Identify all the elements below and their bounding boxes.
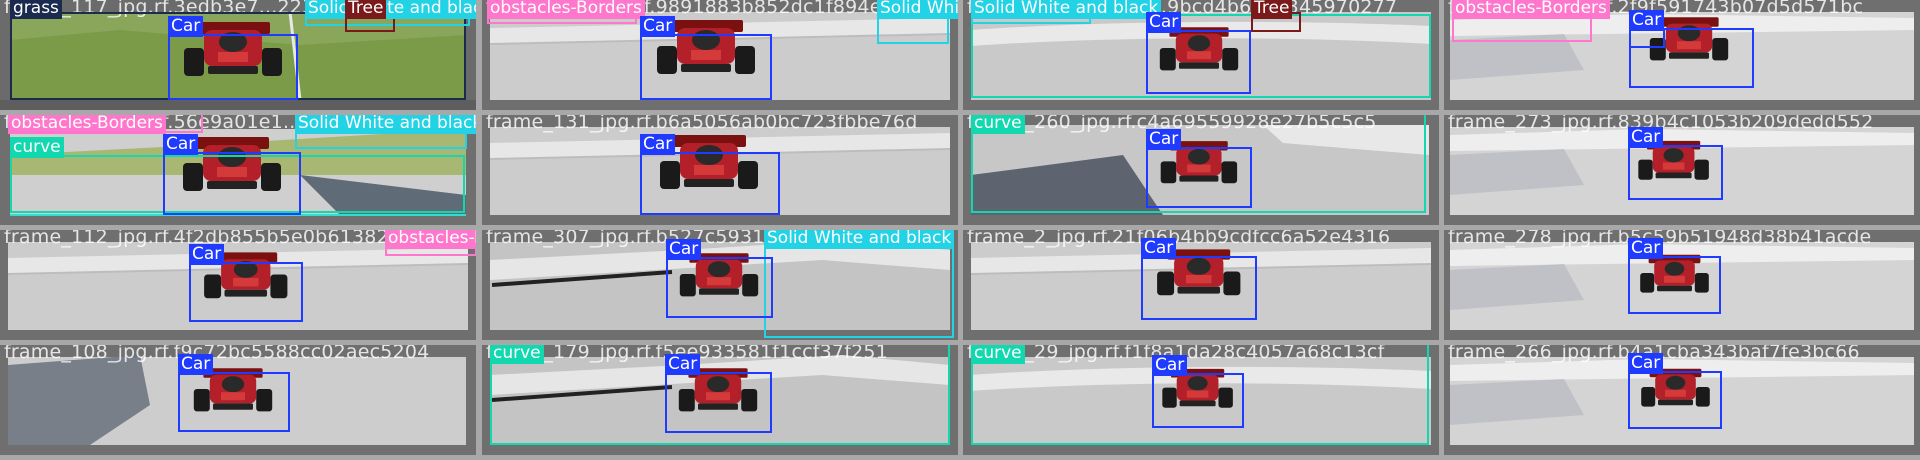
class-label: Car: [640, 16, 676, 37]
class-label: Tree: [1251, 0, 1293, 19]
class-label: Car: [666, 239, 702, 260]
bounding-box: [1152, 373, 1244, 428]
class-label: obstacles-Borders: [1452, 0, 1610, 19]
frame-filename: frame_108_jpg.rf.f9c72bc5588cc02aec5204: [4, 345, 430, 363]
detection-tile: frame_199_jpg.rf.9891883b852dc1f894e5 obs…: [482, 0, 958, 110]
detection-mosaic: frame_117_jpg.rf.3edb3e7...223e5e4 grass C…: [0, 0, 1920, 460]
detection-tile: frame_307_jpg.rf.b527c5931749874955fcSol…: [482, 230, 958, 340]
class-label: Solid White and black: [305, 0, 476, 19]
class-label: Car: [665, 354, 701, 375]
class-label: obstacles-Borders: [487, 0, 645, 19]
detection-tile: frame_260_jpg.rf.c4a69559928e27b5c5c5 cur…: [963, 115, 1439, 225]
detection-tile: frame_276_jpg.rf.2f9f591743b07d5d571bc ob…: [1444, 0, 1920, 110]
class-label: Solid White and black: [877, 0, 958, 19]
class-label: Car: [1628, 238, 1664, 259]
detection-tile: frame_116_jpg.rf.56e9a01e1...4aab6abbb ob…: [0, 115, 476, 225]
detection-tile: frame_278_jpg.rf.b5c59b51948d38b41acdeCa…: [1444, 230, 1920, 340]
frame-filename: frame_2_jpg.rf.21f06b4bb9cdfcc6a52e4316: [967, 230, 1391, 248]
class-label: Car: [168, 16, 204, 37]
class-label: Car: [1141, 238, 1177, 259]
class-label: curve: [10, 137, 64, 158]
bounding-box: [665, 372, 772, 433]
class-label: Car: [1146, 129, 1182, 150]
detection-tile: frame_179_jpg.rf.f5ee933581f1ccf37f251cu…: [482, 345, 958, 455]
detection-tile: frame_117_jpg.rf.3edb3e7...223e5e4 grass C…: [0, 0, 476, 110]
class-label: Tree: [345, 0, 387, 19]
bounding-box: [1146, 30, 1251, 94]
class-label: Car: [1146, 12, 1182, 33]
class-label: Solid White and black: [971, 0, 1162, 19]
bounding-box: [1628, 371, 1722, 429]
class-label: Car: [1628, 127, 1664, 148]
bounding-box: [1629, 28, 1665, 48]
bounding-box: [1141, 256, 1257, 320]
class-label: curve: [490, 345, 544, 364]
class-label: Car: [1152, 355, 1188, 376]
bounding-box: [666, 257, 773, 318]
frame-filename: frame_131_jpg.rf.b6a5056ab0bc723fbbe76d: [486, 115, 918, 133]
class-label: curve: [971, 345, 1025, 364]
bounding-box: [640, 34, 772, 100]
detection-tile: frame_29_jpg.rf.f1f8a1da28c4057a68c13cf c…: [963, 345, 1439, 455]
class-label: Car: [189, 244, 225, 265]
class-label: Solid White and black: [764, 230, 955, 249]
class-label: Solid White and black: [295, 115, 476, 134]
class-label: grass: [10, 0, 62, 19]
detection-tile: frame_12_jpg.rf.5a...9bcd4b6c4b345970277…: [963, 0, 1439, 110]
class-label: Car: [163, 134, 199, 155]
bounding-box: [1146, 147, 1252, 208]
class-label: Car: [1628, 353, 1664, 374]
class-label: Car: [178, 354, 214, 375]
class-label: Car: [640, 134, 676, 155]
bounding-box: [178, 372, 290, 432]
bounding-box: [189, 262, 303, 322]
bounding-box: [640, 152, 780, 215]
bounding-box: [877, 16, 949, 44]
detection-tile: frame_131_jpg.rf.b6a5056ab0bc723fbbe76d C…: [482, 115, 958, 225]
detection-tile: frame_273_jpg.rf.839b4c1053b209dedd552 Ca…: [1444, 115, 1920, 225]
bounding-box: [163, 152, 301, 215]
bounding-box: [168, 34, 298, 100]
detection-tile: frame_2_jpg.rf.21f06b4bb9cdfcc6a52e4316 C…: [963, 230, 1439, 340]
detection-tile: frame_112_jpg.rf.4f2db855b5e0b613828080 o…: [0, 230, 476, 340]
class-label: obstacles-Borders: [385, 230, 476, 249]
bounding-box: [1628, 145, 1723, 200]
detection-tile: frame_108_jpg.rf.f9c72bc5588cc02aec5204 C…: [0, 345, 476, 455]
class-label: Car: [1629, 10, 1665, 31]
detection-tile: frame_266_jpg.rf.b4a1cba343baf7fe3bc66Ca…: [1444, 345, 1920, 455]
class-label: obstacles-Borders: [8, 115, 166, 134]
bounding-box: [1628, 256, 1721, 314]
class-label: curve: [971, 115, 1025, 134]
